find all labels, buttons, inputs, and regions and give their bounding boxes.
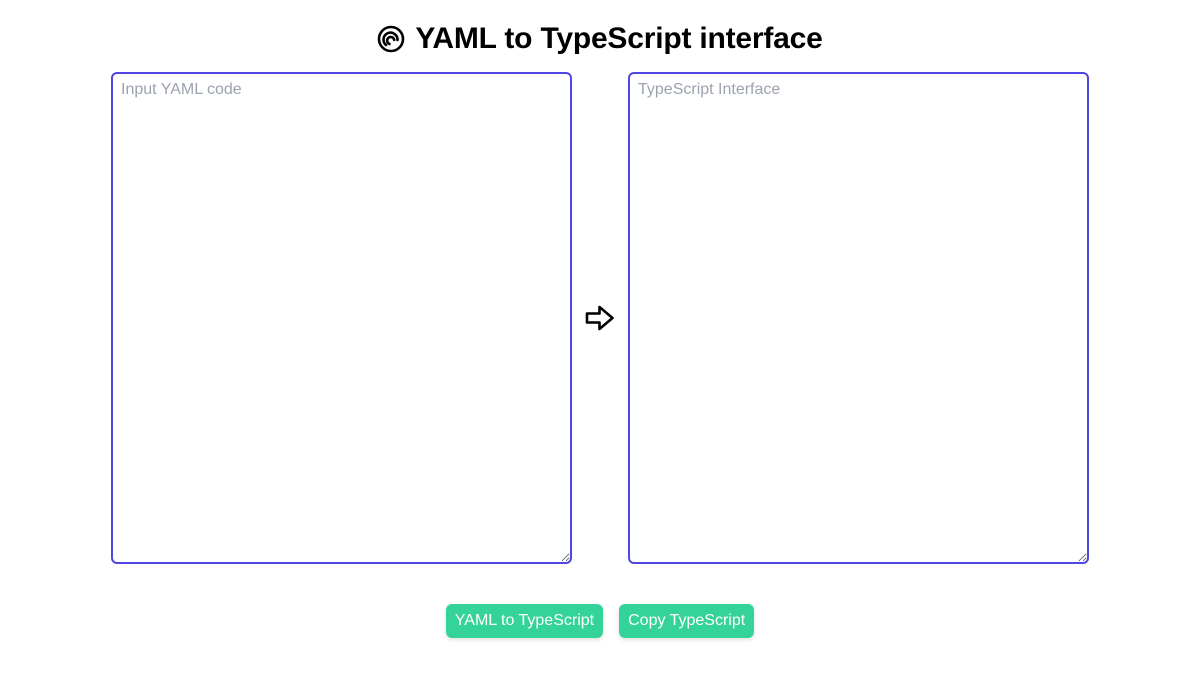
action-buttons: YAML to TypeScript Copy TypeScript <box>0 604 1200 638</box>
arrow-right-outline-icon <box>585 305 614 331</box>
yaml-input-textarea[interactable] <box>113 74 570 562</box>
yaml-input-panel <box>111 72 572 564</box>
page-title: YAML to TypeScript interface <box>415 22 823 55</box>
copy-button[interactable]: Copy TypeScript <box>619 604 755 638</box>
page: YAML to TypeScript interface YAML to Typ… <box>0 0 1200 675</box>
typescript-output-panel <box>628 72 1089 564</box>
spiral-logo-icon <box>378 25 405 53</box>
header: YAML to TypeScript interface <box>0 20 1200 58</box>
convert-button[interactable]: YAML to TypeScript <box>445 604 604 638</box>
typescript-output-textarea[interactable] <box>630 74 1087 562</box>
